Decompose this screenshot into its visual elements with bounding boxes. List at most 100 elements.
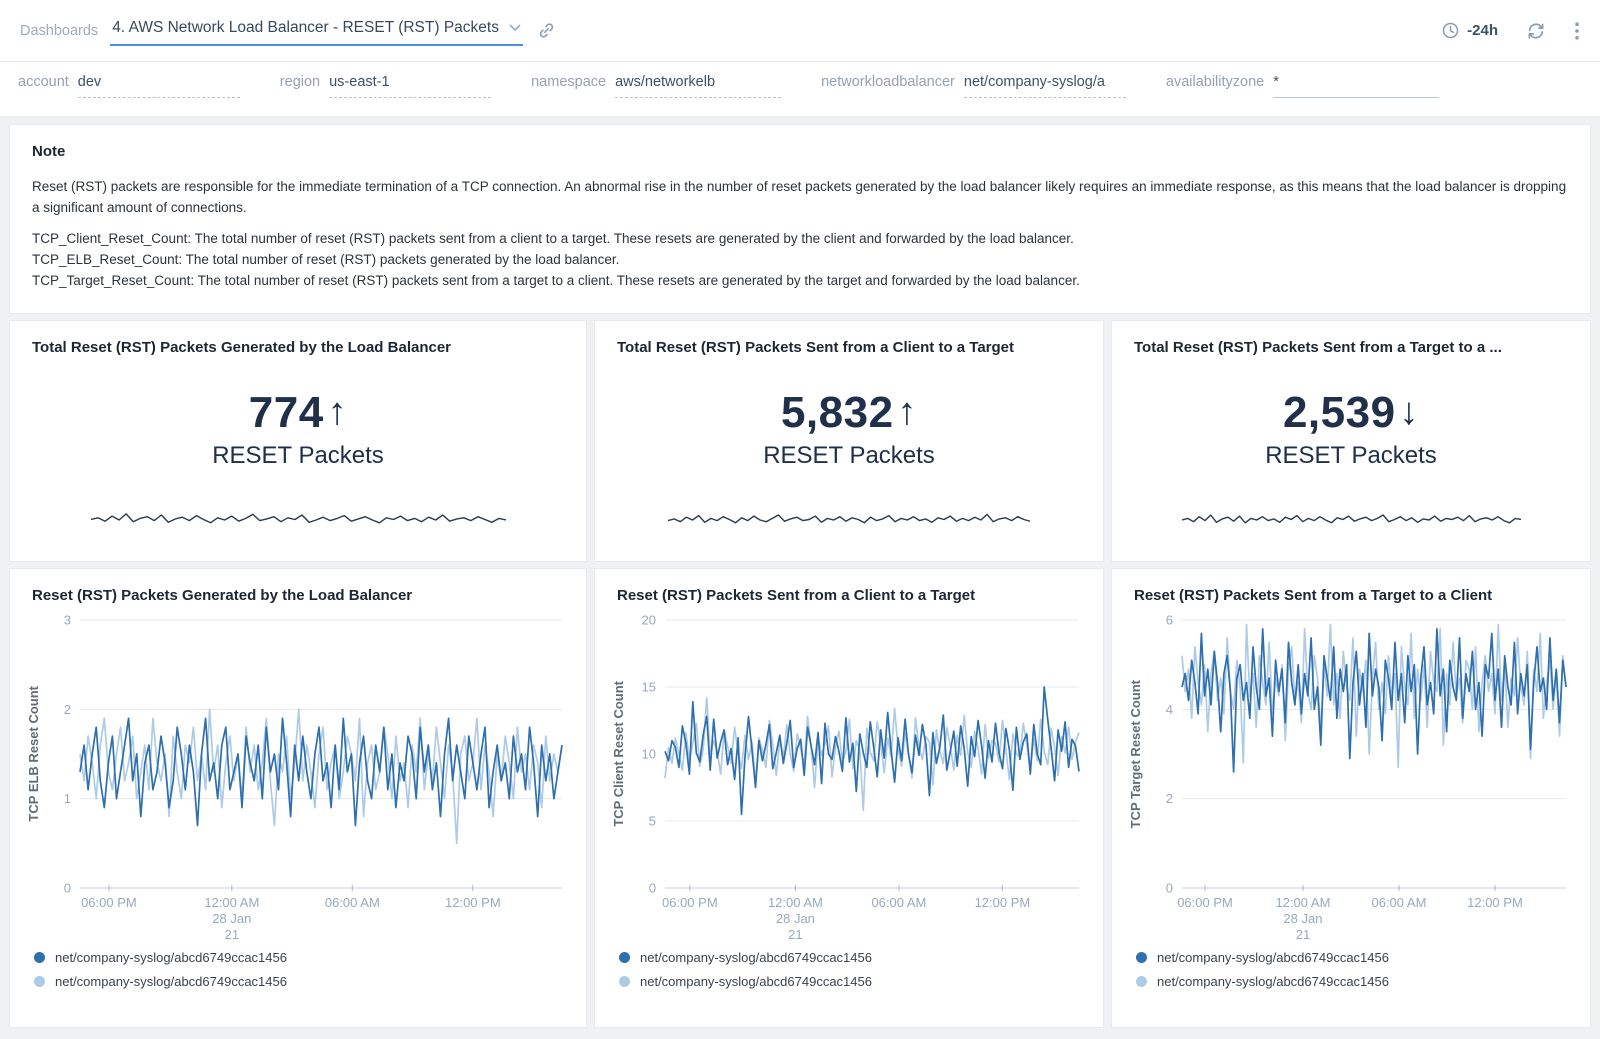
stats-row: Total Reset (RST) Packets Generated by t…	[10, 321, 1590, 561]
legend-dot	[34, 952, 45, 963]
panel-title: Total Reset (RST) Packets Sent from a Cl…	[617, 339, 1081, 356]
y-axis-title: TCP Target Reset Count	[1128, 620, 1143, 888]
svg-text:12:00 AM: 12:00 AM	[768, 895, 823, 910]
svg-text:12:00 PM: 12:00 PM	[1467, 895, 1523, 910]
svg-text:3: 3	[64, 613, 71, 628]
svg-text:06:00 PM: 06:00 PM	[662, 895, 718, 910]
svg-text:0: 0	[64, 881, 71, 896]
line-chart[interactable]: TCP ELB Reset Count 0 1 2 3 06:00 PM 12:00 AM…	[24, 610, 572, 940]
svg-text:0: 0	[649, 881, 656, 896]
filter-label: availabilityzone	[1166, 74, 1264, 90]
svg-text:06:00 AM: 06:00 AM	[871, 895, 926, 910]
svg-text:12:00 PM: 12:00 PM	[445, 895, 501, 910]
time-range-button[interactable]: -24h	[1441, 21, 1498, 40]
filter-label: account	[18, 74, 69, 90]
filter-label: region	[280, 74, 320, 90]
stat-value: 774↑	[249, 388, 347, 438]
svg-text:12:00 AM: 12:00 AM	[204, 895, 259, 910]
svg-text:0: 0	[1166, 881, 1173, 896]
y-axis-title: TCP ELB Reset Count	[26, 620, 41, 888]
legend-item[interactable]: net/company-syslog/abcd6749ccac1456	[619, 974, 1089, 989]
note-panel: Note Reset (RST) packets are responsible…	[10, 125, 1590, 313]
svg-text:10: 10	[642, 747, 656, 762]
legend-item[interactable]: net/company-syslog/abcd6749ccac1456	[1136, 950, 1576, 965]
filter-value-input[interactable]: *	[1273, 74, 1439, 98]
svg-text:21: 21	[1296, 927, 1310, 940]
svg-text:2: 2	[1166, 791, 1173, 806]
svg-text:4: 4	[1166, 702, 1173, 717]
filter-label: networkloadbalancer	[821, 74, 955, 90]
trend-down-icon: ↓	[1400, 391, 1420, 434]
svg-text:6: 6	[1166, 613, 1173, 628]
stat-panel-client: Total Reset (RST) Packets Sent from a Cl…	[595, 321, 1103, 561]
panel-title: Total Reset (RST) Packets Generated by t…	[32, 339, 564, 356]
filter-bar: account dev region us-east-1 namespace a…	[0, 62, 1600, 117]
chart-panel-elb: Reset (RST) Packets Generated by the Loa…	[10, 569, 586, 1027]
legend-item[interactable]: net/company-syslog/abcd6749ccac1456	[34, 950, 572, 965]
chart-panel-target: Reset (RST) Packets Sent from a Target t…	[1112, 569, 1590, 1027]
note-line: TCP_ELB_Reset_Count: The total number of…	[32, 249, 1568, 270]
note-line: TCP_Target_Reset_Count: The total number…	[32, 270, 1568, 291]
svg-text:28 Jan: 28 Jan	[1283, 911, 1322, 926]
filter-value-input[interactable]: dev	[78, 74, 240, 98]
note-paragraph: Reset (RST) packets are responsible for …	[32, 176, 1568, 218]
sparkline-chart	[91, 501, 506, 529]
sparkline-chart	[668, 501, 1030, 529]
stat-unit: RESET Packets	[763, 442, 935, 470]
trend-up-icon: ↑	[328, 391, 348, 434]
legend-item[interactable]: net/company-syslog/abcd6749ccac1456	[1136, 974, 1576, 989]
header-actions: -24h	[1441, 21, 1580, 41]
time-range-value: -24h	[1467, 22, 1498, 39]
kebab-menu-button[interactable]	[1574, 21, 1580, 41]
svg-text:28 Jan: 28 Jan	[212, 911, 251, 926]
stat-value: 2,539↓	[1283, 388, 1419, 438]
filter-namespace: namespace aws/networkelb	[531, 74, 781, 98]
legend-dot	[619, 976, 630, 987]
chart-legend: net/company-syslog/abcd6749ccac1456 net/…	[619, 950, 1089, 989]
svg-text:15: 15	[642, 680, 656, 695]
svg-text:12:00 AM: 12:00 AM	[1275, 895, 1330, 910]
panel-title: Reset (RST) Packets Sent from a Client t…	[609, 587, 1089, 604]
panel-title: Total Reset (RST) Packets Sent from a Ta…	[1134, 339, 1568, 356]
clock-icon	[1441, 21, 1460, 40]
svg-text:28 Jan: 28 Jan	[776, 911, 815, 926]
breadcrumb[interactable]: Dashboards	[20, 23, 98, 39]
panel-title: Reset (RST) Packets Sent from a Target t…	[1126, 587, 1576, 604]
legend-dot	[34, 976, 45, 987]
charts-row: Reset (RST) Packets Generated by the Loa…	[10, 569, 1590, 1027]
trend-up-icon: ↑	[898, 391, 918, 434]
svg-text:1: 1	[64, 791, 71, 806]
link-icon[interactable]	[537, 21, 556, 40]
filter-availabilityzone: availabilityzone *	[1166, 74, 1439, 98]
chart-legend: net/company-syslog/abcd6749ccac1456 net/…	[1136, 950, 1576, 989]
legend-dot	[619, 952, 630, 963]
svg-text:06:00 PM: 06:00 PM	[1177, 895, 1233, 910]
note-line: TCP_Client_Reset_Count: The total number…	[32, 228, 1568, 249]
note-title: Note	[32, 143, 1568, 160]
filter-label: namespace	[531, 74, 606, 90]
filter-networkloadbalancer: networkloadbalancer net/company-syslog/a	[821, 74, 1126, 98]
filter-value-input[interactable]: us-east-1	[329, 74, 491, 98]
filter-value-input[interactable]: net/company-syslog/a	[964, 74, 1126, 98]
svg-text:5: 5	[649, 814, 656, 829]
svg-text:06:00 AM: 06:00 AM	[325, 895, 380, 910]
legend-item[interactable]: net/company-syslog/abcd6749ccac1456	[619, 950, 1089, 965]
chart-legend: net/company-syslog/abcd6749ccac1456 net/…	[34, 950, 572, 989]
filter-value-input[interactable]: aws/networkelb	[615, 74, 781, 98]
svg-text:12:00 PM: 12:00 PM	[975, 895, 1031, 910]
line-chart[interactable]: TCP Client Reset Count 0510152006:00 PM1…	[609, 610, 1089, 940]
stat-panel-target: Total Reset (RST) Packets Sent from a Ta…	[1112, 321, 1590, 561]
svg-text:21: 21	[788, 927, 802, 940]
svg-text:06:00 PM: 06:00 PM	[81, 895, 137, 910]
line-chart[interactable]: TCP Target Reset Count 0 2 4 6 06:00 PM 12:00…	[1126, 610, 1576, 940]
note-definitions: TCP_Client_Reset_Count: The total number…	[32, 228, 1568, 291]
dashboard-content: Note Reset (RST) packets are responsible…	[0, 117, 1600, 1035]
svg-text:20: 20	[642, 613, 656, 628]
stat-panel-elb: Total Reset (RST) Packets Generated by t…	[10, 321, 586, 561]
refresh-button[interactable]	[1526, 21, 1546, 41]
legend-item[interactable]: net/company-syslog/abcd6749ccac1456	[34, 974, 572, 989]
svg-text:06:00 AM: 06:00 AM	[1371, 895, 1426, 910]
dashboard-title-dropdown[interactable]: 4. AWS Network Load Balancer - RESET (RS…	[110, 15, 523, 46]
sparkline-chart	[1182, 501, 1521, 529]
svg-text:2: 2	[64, 702, 71, 717]
